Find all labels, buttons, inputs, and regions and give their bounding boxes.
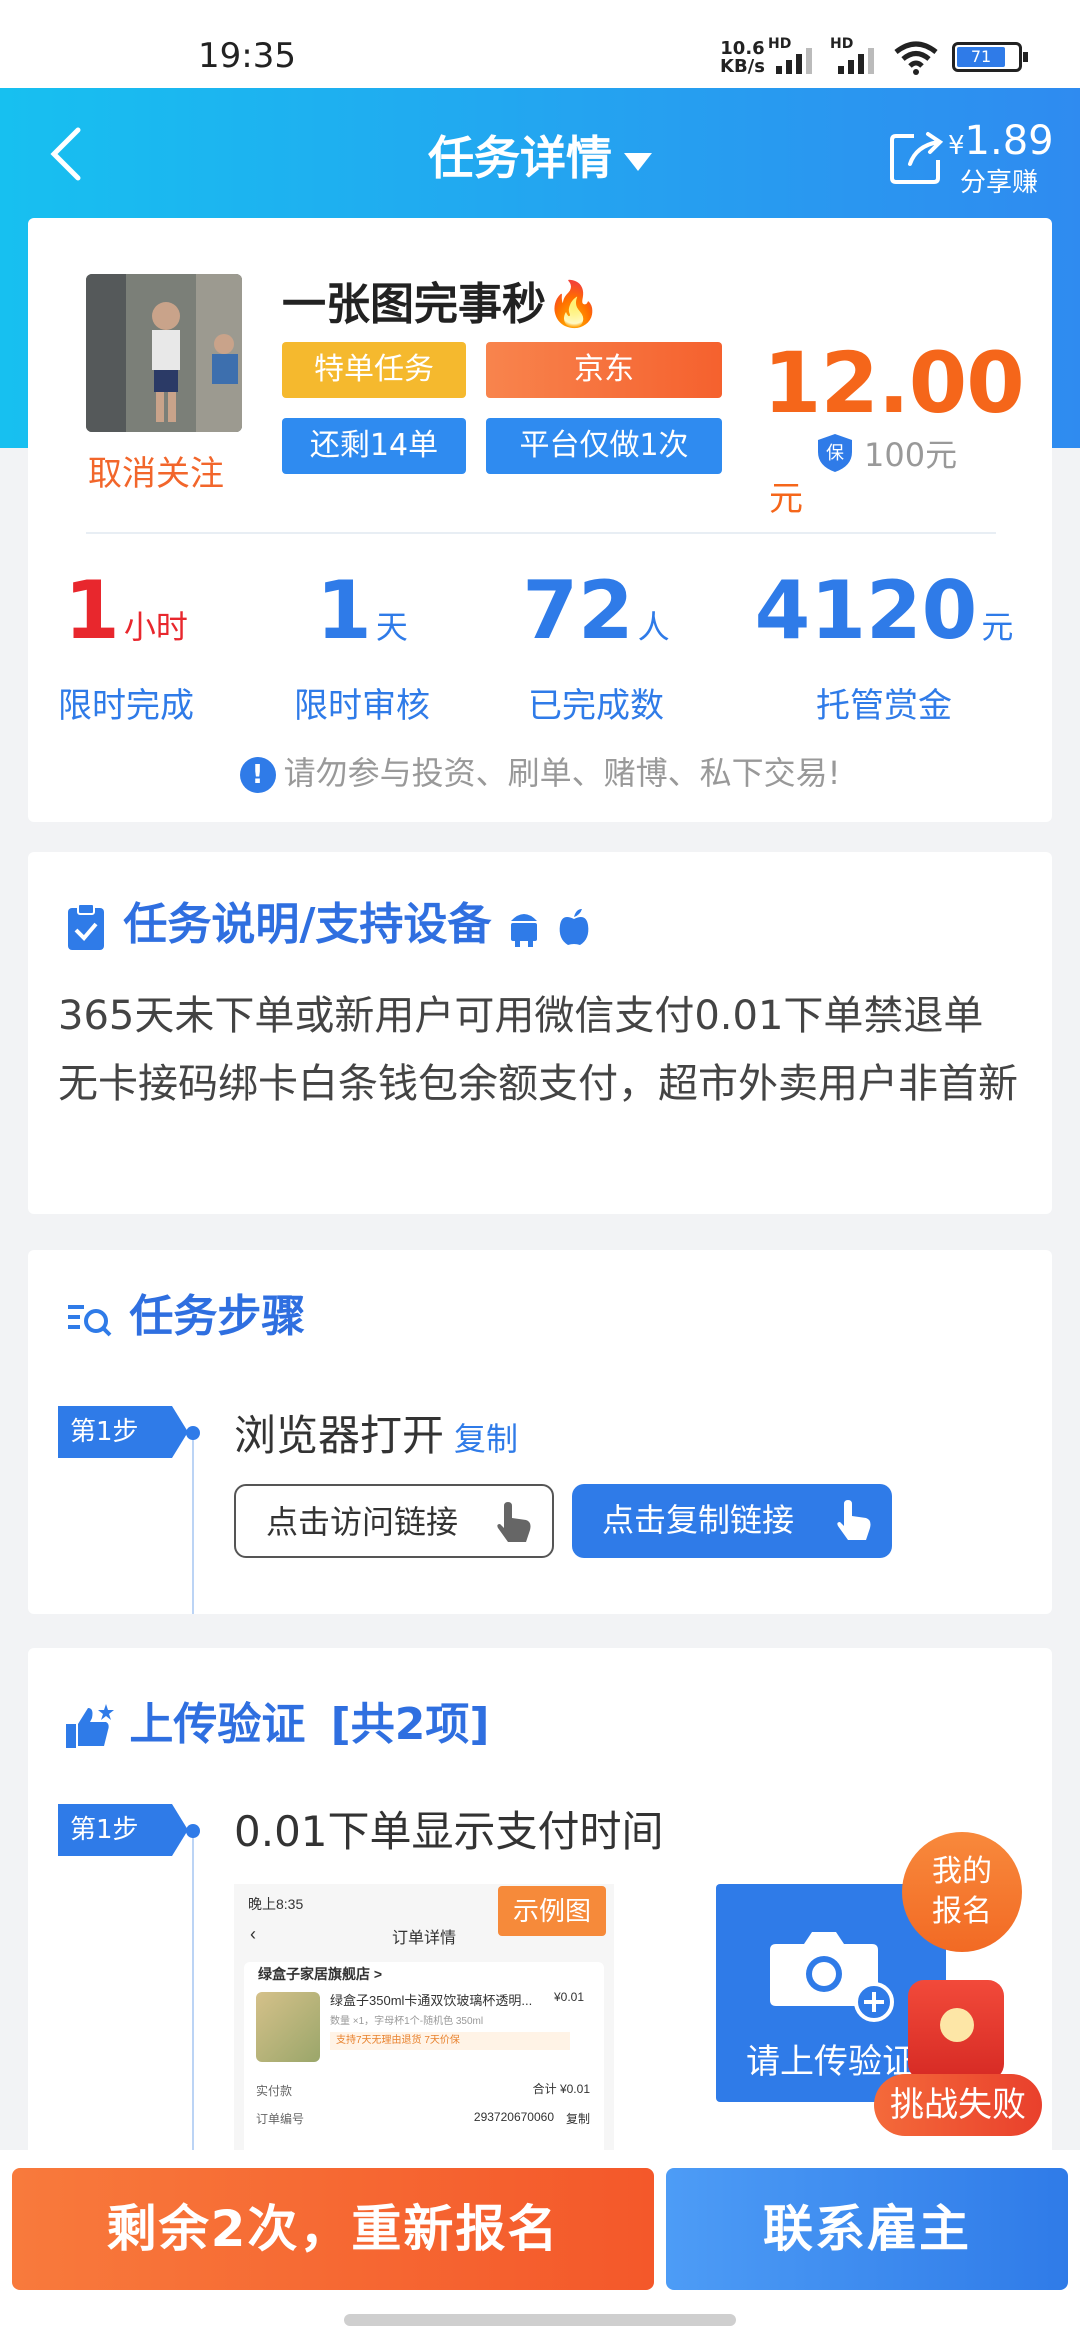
task-title: 一张图完事秒🔥 xyxy=(282,279,601,330)
avatar-photo xyxy=(86,274,242,432)
upload-heading: 上传验证 [共2项] xyxy=(64,1688,490,1752)
android-icon xyxy=(510,914,537,947)
nav-bar: 任务详情 ¥1.89 分享赚 xyxy=(0,88,1080,218)
contact-employer-button[interactable]: 联系雇主 xyxy=(666,2168,1068,2290)
status-bar: 19:35 10.6 KB/s HD HD 71 xyxy=(0,0,1080,88)
wifi-icon xyxy=(894,41,938,75)
search-list-icon xyxy=(68,1305,112,1337)
task-avatar[interactable] xyxy=(86,274,242,432)
stat-completed: 72 人 已完成数 xyxy=(522,564,670,727)
copy-link-button[interactable]: 点击复制链接 xyxy=(572,1484,892,1558)
step-badge: 第1步 xyxy=(58,1804,188,1856)
chevron-down-icon xyxy=(624,152,652,171)
hand-tap-icon xyxy=(497,1502,531,1542)
tag-once-only: 平台仅做1次 xyxy=(486,418,722,474)
steps-card: 任务步骤 第1步 浏览器打开 复制 点击访问链接 点击复制链接 xyxy=(28,1250,1052,1614)
camera-plus-icon xyxy=(770,1932,894,2022)
battery-icon: 71 xyxy=(952,42,1028,72)
timeline xyxy=(192,1432,194,1614)
stat-escrow: 4120 元 托管赏金 xyxy=(754,564,1014,727)
divider xyxy=(86,532,996,534)
red-envelope-icon[interactable] xyxy=(908,1980,1004,2080)
fire-icon: 🔥 xyxy=(546,279,601,330)
product-thumbnail xyxy=(256,1992,320,2062)
warning-notice: ! 请勿参与投资、刷单、赌博、私下交易! xyxy=(28,748,1052,794)
copy-link[interactable]: 复制 xyxy=(454,1420,518,1458)
unfollow-button[interactable]: 取消关注 xyxy=(88,446,224,495)
task-summary-card: 取消关注 一张图完事秒🔥 特单任务 京东 还剩14单 平台仅做1次 12.00元… xyxy=(28,218,1052,822)
share-earn-button[interactable]: ¥1.89 分享赚 xyxy=(888,118,1058,198)
info-icon: ! xyxy=(239,757,276,793)
hand-tap-icon xyxy=(837,1500,871,1540)
deposit-amount: 100元 xyxy=(864,436,958,474)
steps-heading: 任务步骤 xyxy=(64,1280,305,1344)
tag-platform: 京东 xyxy=(486,342,722,398)
description-text: 365天未下单或新用户可用微信支付0.01下单禁退单无卡接码绑卡白条钱包余额支付… xyxy=(58,993,1018,1107)
svg-text:HD: HD xyxy=(830,36,853,52)
thumbs-up-icon xyxy=(66,1704,114,1748)
step-text: 浏览器打开 复制 xyxy=(234,1411,519,1460)
example-image[interactable]: 晚上8:35 订单详情 ‹ 绿盒子家居旗舰店 > 绿盒子350ml卡通双饮玻璃杯… xyxy=(234,1884,614,2168)
status-time: 19:35 xyxy=(198,36,296,76)
timeline-dot xyxy=(186,1426,200,1440)
signal-icon: HD xyxy=(768,36,812,74)
svg-text:保: 保 xyxy=(826,443,844,464)
description-heading: 任务说明/支持设备 xyxy=(64,888,592,952)
my-signup-float-button[interactable]: 我的报名 xyxy=(902,1832,1022,1952)
stat-review-limit: 1天 限时审核 xyxy=(294,564,430,727)
description-card: 任务说明/支持设备 365天未下单或新用户可用微信支付0.01下单禁退单无卡接码… xyxy=(28,852,1052,1214)
challenge-fail-button[interactable]: 挑战失败 xyxy=(874,2074,1042,2136)
tag-remaining: 还剩14单 xyxy=(282,418,466,474)
example-label: 示例图 xyxy=(498,1886,606,1936)
deposit-shield-icon: 保 xyxy=(814,432,856,474)
svg-text:HD: HD xyxy=(768,36,791,52)
bottom-action-bar: 剩余2次，重新报名 联系雇主 xyxy=(0,2150,1080,2340)
share-icon xyxy=(890,132,944,184)
timeline-dot xyxy=(186,1824,200,1838)
stat-time-limit: 1 小时 限时完成 xyxy=(58,564,194,727)
visit-link-button[interactable]: 点击访问链接 xyxy=(234,1484,554,1558)
chevron-left-icon: ‹ xyxy=(250,1924,256,1944)
home-indicator[interactable] xyxy=(344,2314,736,2326)
clipboard-check-icon xyxy=(68,903,104,950)
share-amount: 1.89 xyxy=(964,118,1054,164)
step-badge: 第1步 xyxy=(58,1406,188,1458)
timeline xyxy=(192,1830,194,2170)
upload-step-text: 0.01下单显示支付时间 xyxy=(234,1807,664,1856)
signal-icon-2: HD xyxy=(830,36,874,74)
reapply-button[interactable]: 剩余2次，重新报名 xyxy=(12,2168,654,2290)
net-speed: 10.6 KB/s xyxy=(720,38,765,77)
apple-icon xyxy=(559,909,589,945)
tag-special-task: 特单任务 xyxy=(282,342,466,398)
share-label: 分享赚 xyxy=(960,168,1039,198)
